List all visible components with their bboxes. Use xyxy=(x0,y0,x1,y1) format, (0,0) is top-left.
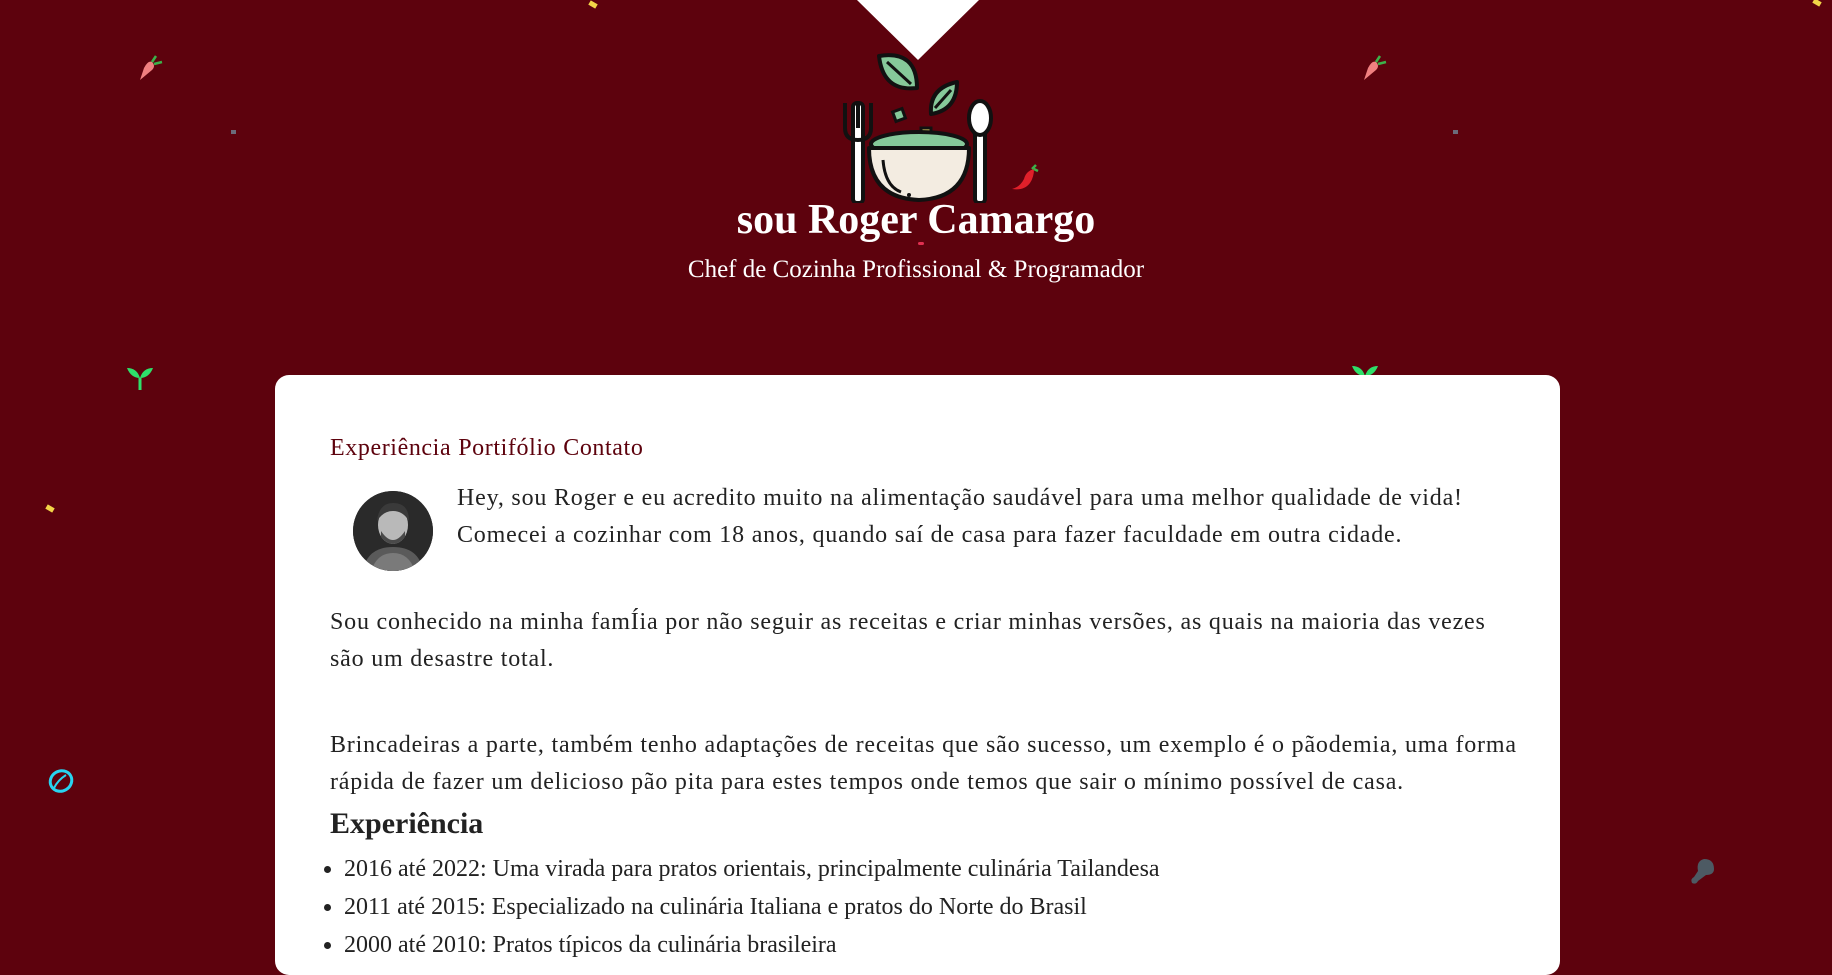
lemon-icon xyxy=(48,769,74,793)
drumstick-icon xyxy=(1691,859,1714,884)
carrot-icon xyxy=(1364,55,1387,80)
nav-link-contato[interactable]: Contato xyxy=(563,435,643,462)
salad-bowl-logo-icon xyxy=(843,53,993,203)
confetti-dot xyxy=(918,242,924,245)
portrait-image xyxy=(353,491,433,571)
chili-pepper-icon xyxy=(1012,164,1039,190)
confetti-dot xyxy=(231,130,236,134)
carrot-icon xyxy=(140,55,163,80)
experience-list: 2016 até 2022: Uma virada para pratos or… xyxy=(330,850,1494,964)
intro-paragraph: Hey, sou Roger e eu acredito muito na al… xyxy=(457,485,1463,548)
content-card: Experiência Portifólio Contato Hey, sou … xyxy=(275,375,1560,975)
confetti-dot xyxy=(1453,130,1458,134)
confetti-dot xyxy=(588,0,598,9)
list-item: 2016 até 2022: Uma virada para pratos or… xyxy=(344,850,1494,888)
experience-heading: Experiência xyxy=(330,807,484,840)
page-title: sou Roger Camargo xyxy=(736,197,1096,243)
main-nav: Experiência Portifólio Contato xyxy=(330,435,643,462)
page-subtitle: Chef de Cozinha Profissional & Programad… xyxy=(687,256,1145,283)
nav-link-portifolio[interactable]: Portifólio xyxy=(458,435,556,462)
nav-link-experiencia[interactable]: Experiência xyxy=(330,435,451,462)
confetti-dot xyxy=(45,504,55,513)
intro-paragraph: Sou conhecido na minha famÍia por não se… xyxy=(330,609,1486,672)
intro-paragraph: Brincadeiras a parte, também tenho adapt… xyxy=(330,732,1517,795)
confetti-dot xyxy=(1812,0,1822,7)
sprout-icon xyxy=(127,368,153,390)
list-item: 2000 até 2010: Pratos típicos da culinár… xyxy=(344,926,1494,964)
list-item: 2011 até 2015: Especializado na culinári… xyxy=(344,888,1494,926)
avatar xyxy=(353,491,433,571)
